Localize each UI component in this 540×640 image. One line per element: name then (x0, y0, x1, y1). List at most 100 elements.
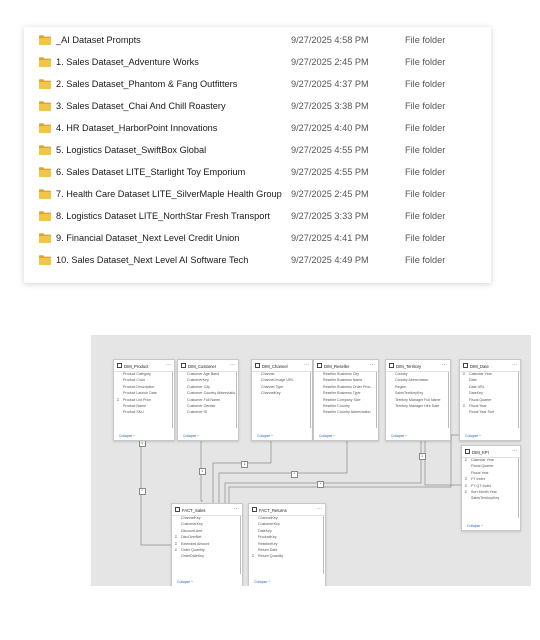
table-field[interactable]: ChannelKey (252, 391, 312, 397)
table-header[interactable]: DIM_Territory ··· (386, 360, 450, 372)
field-name: Reseller Company Size (323, 397, 361, 402)
more-options-icon[interactable]: ··· (370, 362, 375, 368)
table-header[interactable]: DIM_Reseller ··· (314, 360, 378, 372)
folder-row[interactable]: 7. Health Care Dataset LITE_SilverMaple … (24, 183, 491, 205)
folder-name[interactable]: 3. Sales Dataset_Chai And Chill Roastery (56, 101, 226, 111)
table-field[interactable]: OrderDateKey (172, 554, 242, 560)
table-header[interactable]: DIM_Date ··· (460, 360, 520, 372)
folder-row[interactable]: 9. Financial Dataset_Next Level Credit U… (24, 227, 491, 249)
folder-name[interactable]: 4. HR Dataset_HarborPoint Innovations (56, 123, 217, 133)
table-name: DIM_Reseller (324, 363, 350, 369)
folder-name[interactable]: 1. Sales Dataset_Adventure Works (56, 57, 199, 67)
folder-name[interactable]: 7. Health Care Dataset LITE_SilverMaple … (56, 189, 282, 199)
more-options-icon[interactable]: ··· (317, 506, 322, 512)
relationship-date-sales (228, 434, 461, 503)
field-name: DiscOverNet (181, 535, 202, 540)
relationship-channel-sales (212, 438, 272, 503)
folder-icon (39, 255, 51, 265)
scrollbar[interactable] (517, 372, 519, 428)
table-card-dim-territory[interactable]: DIM_Territory ··· Country Country Abbreviat… (385, 359, 451, 441)
collapse-link[interactable]: Collapse ^ (254, 580, 270, 584)
folder-row[interactable]: _AI Dataset Prompts 9/27/2025 4:58 PM File… (24, 29, 491, 51)
scrollbar[interactable] (375, 372, 377, 428)
table-field[interactable]: Σ Return Quantity (249, 554, 325, 560)
folder-row[interactable]: 3. Sales Dataset_Chai And Chill Roastery… (24, 95, 491, 117)
folder-row[interactable]: 8. Logistics Dataset LITE_NorthStar Fres… (24, 205, 491, 227)
folder-row[interactable]: 5. Logistics Dataset_SwiftBox Global 9/27… (24, 139, 491, 161)
more-options-icon[interactable]: ··· (304, 362, 309, 368)
scrollbar[interactable] (239, 516, 241, 574)
table-header[interactable]: DIM_Product ··· (114, 360, 174, 372)
collapse-link[interactable]: Collapse ^ (177, 580, 193, 584)
folder-row[interactable]: 1. Sales Dataset_Adventure Works 9/27/202… (24, 51, 491, 73)
field-name: CustomerKey (181, 522, 203, 527)
collapse-link[interactable]: Collapse ^ (319, 434, 335, 438)
collapse-link[interactable]: Collapse ^ (257, 434, 273, 438)
collapse-link[interactable]: Collapse ^ (391, 434, 407, 438)
field-name: Extended Amount (181, 541, 210, 546)
folder-date-modified: 9/27/2025 2:45 PM (291, 57, 369, 67)
field-name: ProductKey (258, 535, 277, 540)
folder-date-modified: 9/27/2025 4:40 PM (291, 123, 369, 133)
scrollbar[interactable] (309, 372, 311, 428)
collapse-link[interactable]: Collapse ^ (183, 434, 199, 438)
table-header[interactable]: DIM_KPI ··· (462, 446, 520, 458)
table-field[interactable]: Product SKU (114, 410, 174, 416)
collapse-link[interactable]: Collapse ^ (465, 434, 481, 438)
table-card-dim-reseller[interactable]: DIM_Reseller ··· Reseller Business City Res… (313, 359, 379, 441)
table-card-dim-date[interactable]: DIM_Date ··· Σ Calendar Year Date Date URL Dat… (459, 359, 521, 441)
field-name: ChannelKey (261, 391, 281, 396)
folder-name[interactable]: 10. Sales Dataset_Next Level AI Software… (56, 255, 248, 265)
table-name: DIM_Channel (262, 363, 288, 369)
folder-name[interactable]: 9. Financial Dataset_Next Level Credit U… (56, 233, 239, 243)
scrollbar[interactable] (447, 372, 449, 428)
table-card-dim-product[interactable]: DIM_Product ··· Product Category Product Co… (113, 359, 175, 441)
field-name: Channel Type (261, 384, 284, 389)
field-name: Calendar Year (471, 458, 494, 462)
table-header[interactable]: FACT_Sales ··· (172, 504, 242, 516)
folder-row[interactable]: 4. HR Dataset_HarborPoint Innovations 9/2… (24, 117, 491, 139)
scrollbar[interactable] (322, 516, 324, 574)
scrollbar[interactable] (235, 372, 237, 428)
collapse-link[interactable]: Collapse ^ (119, 434, 135, 438)
scrollbar[interactable] (171, 372, 173, 428)
relationship-kpi-territory (424, 438, 463, 486)
table-card-dim-kpi[interactable]: DIM_KPI ··· Σ Calendar Year Fiscal Quarter Fi… (461, 445, 521, 531)
sum-icon: Σ (465, 483, 468, 488)
table-card-dim-channel[interactable]: DIM_Channel ··· Channel Channel Image URL Ch… (251, 359, 313, 441)
more-options-icon[interactable]: ··· (512, 448, 517, 454)
table-icon (465, 449, 470, 454)
table-field[interactable]: Territory Manager Hire Date (386, 404, 450, 410)
more-options-icon[interactable]: ··· (166, 362, 171, 368)
collapse-link[interactable]: Collapse ^ (467, 524, 483, 528)
folder-row[interactable]: 6. Sales Dataset LITE_Starlight Toy Empo… (24, 161, 491, 183)
field-name: Product List Price (123, 397, 152, 402)
table-header[interactable]: DIM_Customer ··· (178, 360, 238, 372)
table-field[interactable]: Customer ID (178, 410, 238, 416)
folder-type: File folder (405, 211, 446, 221)
field-name: ResellerKey (258, 541, 278, 546)
folder-name[interactable]: 8. Logistics Dataset LITE_NorthStar Fres… (56, 211, 270, 221)
sum-icon: Σ (463, 372, 466, 376)
folder-name[interactable]: 5. Logistics Dataset_SwiftBox Global (56, 145, 206, 155)
scrollbar[interactable] (517, 458, 519, 518)
more-options-icon[interactable]: ··· (512, 362, 517, 368)
table-field[interactable]: Reseller Country Abbreviation (314, 410, 378, 416)
table-icon (463, 363, 468, 368)
table-field[interactable]: Fiscal Year Sort (460, 410, 520, 416)
folder-name[interactable]: _AI Dataset Prompts (56, 35, 141, 45)
field-name: Fiscal Year (471, 470, 489, 475)
table-header[interactable]: DIM_Channel ··· (252, 360, 312, 372)
table-header[interactable]: FACT_Returns ··· (249, 504, 325, 516)
table-card-fact-sales[interactable]: FACT_Sales ··· ChannelKey CustomerKey Discou… (171, 503, 243, 586)
table-card-dim-customer[interactable]: DIM_Customer ··· Customer Age Band Customer… (177, 359, 239, 441)
folder-name[interactable]: 6. Sales Dataset LITE_Starlight Toy Empo… (56, 167, 245, 177)
more-options-icon[interactable]: ··· (442, 362, 447, 368)
folder-row[interactable]: 2. Sales Dataset_Phantom & Fang Outfitte… (24, 73, 491, 95)
folder-name[interactable]: 2. Sales Dataset_Phantom & Fang Outfitte… (56, 79, 237, 89)
more-options-icon[interactable]: ··· (234, 506, 239, 512)
more-options-icon[interactable]: ··· (230, 362, 235, 368)
table-card-fact-returns[interactable]: FACT_Returns ··· ChannelKey CustomerKey Date… (248, 503, 326, 586)
folder-row[interactable]: 10. Sales Dataset_Next Level AI Software… (24, 249, 491, 271)
table-field[interactable]: SalesTerritoryKey (462, 496, 520, 502)
